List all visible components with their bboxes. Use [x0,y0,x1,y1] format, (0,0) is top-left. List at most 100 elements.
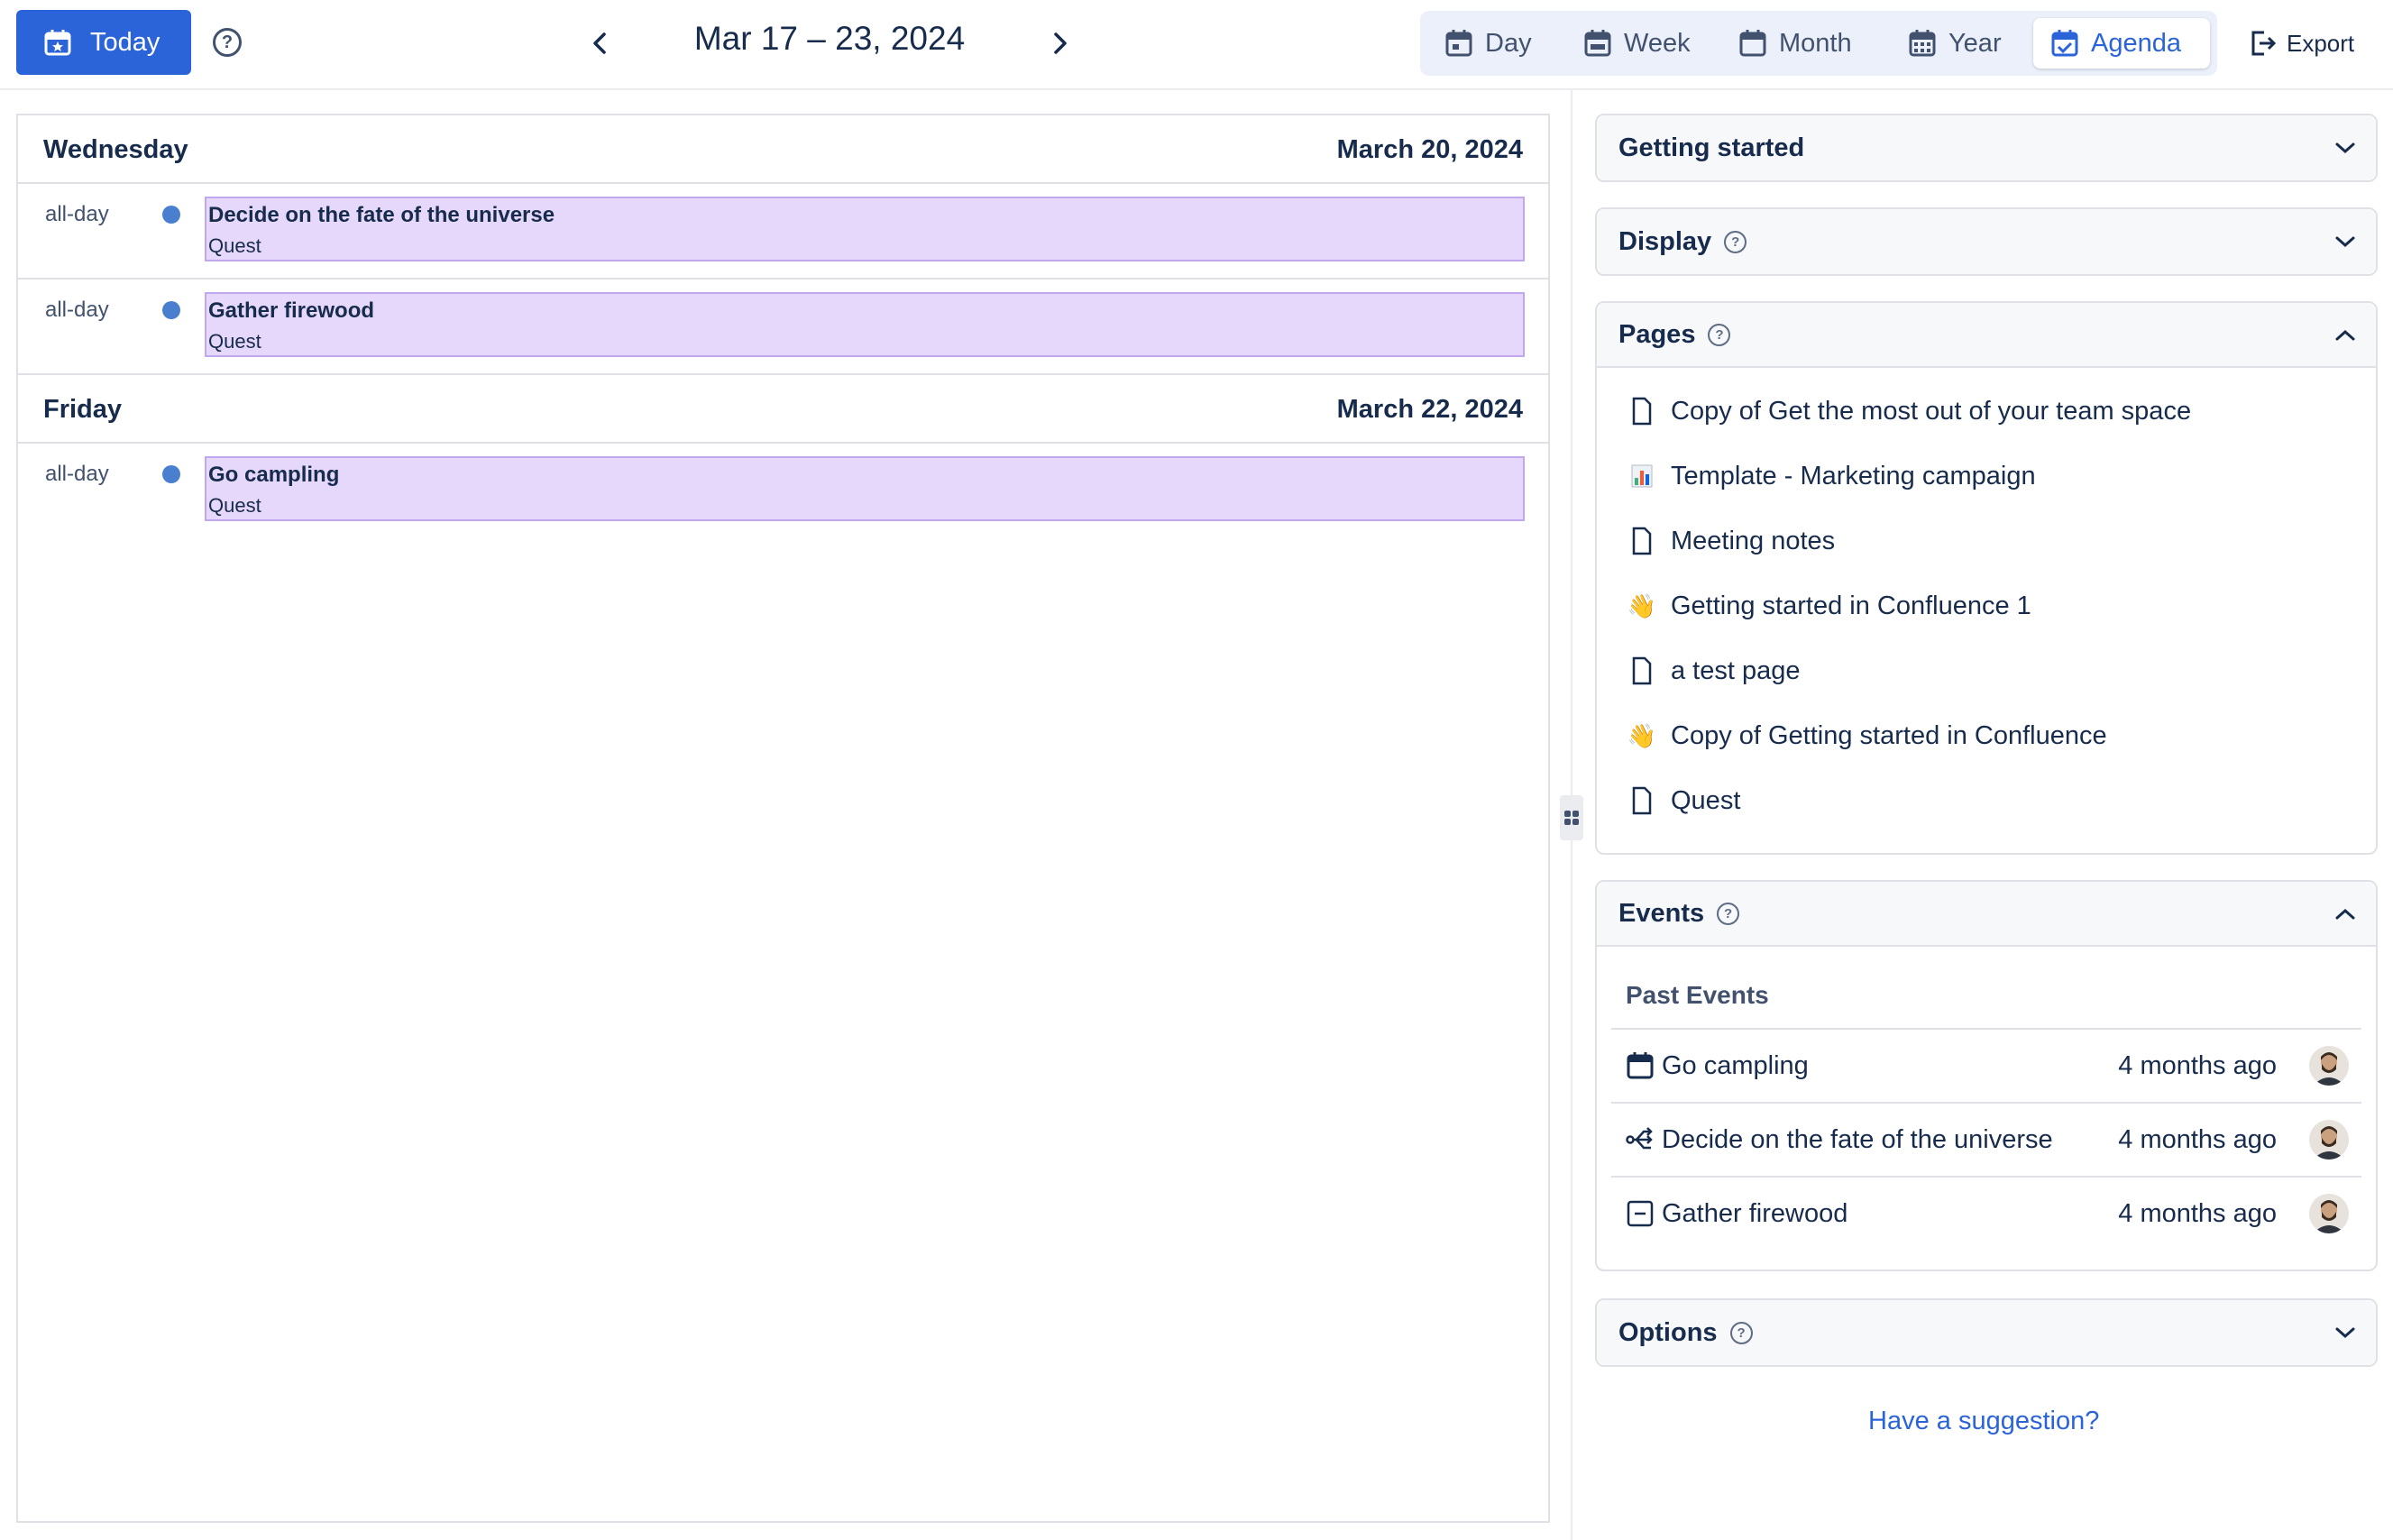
calendar-check-icon [2051,29,2078,58]
past-event-name[interactable]: Go campling [1662,1051,1809,1081]
page-link[interactable]: a test page [1629,653,1801,689]
event-title: Decide on the fate of the universe [208,203,555,227]
page-link[interactable]: Quest [1629,783,1740,819]
help-icon[interactable]: ? [1729,1321,1753,1344]
options-section: Options ? [1595,1298,2378,1367]
page-link[interactable]: 👋 Copy of Getting started in Confluence [1627,718,2107,754]
avatar [2309,1194,2349,1233]
options-header[interactable]: Options ? [1597,1300,2376,1365]
page-link[interactable]: Copy of Get the most out of your team sp… [1629,393,2191,429]
section-title: Events [1618,898,1705,928]
calendar-day-icon [1445,29,1472,58]
getting-started-section: Getting started [1595,114,2378,182]
section-title: Display [1618,226,1712,256]
events-header[interactable]: Events ? [1597,882,2376,947]
help-icon[interactable]: ? [1717,902,1740,925]
waving-hand-icon: 👋 [1627,721,1657,749]
calendar-month-icon [1739,29,1766,58]
page-icon [1629,655,1655,686]
chevron-down-icon [2333,229,2358,254]
past-events-heading: Past Events [1626,981,1769,1009]
view-switcher: Day Week Month Year Agenda [1420,11,2217,76]
event-calendar: Quest [208,494,261,517]
past-event-item: Gather firewood 4 months ago [1611,1176,2361,1250]
calendar-star-icon [43,28,72,57]
agenda-event[interactable]: Go campling Quest [205,456,1525,521]
calendar-icon [1626,1051,1655,1080]
page-label: Template - Marketing campaign [1671,461,2036,490]
display-header[interactable]: Display ? [1597,209,2376,274]
drag-handle-icon [1563,808,1580,828]
view-week-label: Week [1624,28,1691,58]
help-icon[interactable]: ? [1708,323,1731,346]
past-event-name[interactable]: Gather firewood [1662,1199,1847,1229]
past-event-name[interactable]: Decide on the fate of the universe [1662,1125,2053,1155]
page-icon [1629,526,1655,556]
page-icon [1629,785,1655,816]
past-event-time: 4 months ago [2118,1199,2277,1228]
event-time: all-day [45,462,109,486]
pages-header[interactable]: Pages ? [1597,303,2376,368]
chevron-down-icon [2333,1320,2358,1345]
past-event-item: Go campling 4 months ago [1611,1028,2361,1102]
past-event-time: 4 months ago [2118,1051,2277,1080]
view-agenda-button[interactable]: Agenda [2033,18,2210,69]
page-label: Copy of Getting started in Confluence [1671,720,2107,750]
page-label: Quest [1671,785,1741,815]
waving-hand-icon: 👋 [1627,591,1657,619]
suggestion-link[interactable]: Have a suggestion? [1868,1407,2099,1436]
calendar-week-icon [1584,29,1611,58]
chevron-right-icon [1050,32,1069,55]
chevron-up-icon [2333,323,2358,348]
page-link[interactable]: Template - Marketing campaign [1629,458,2036,494]
view-year-button[interactable]: Year [1891,18,2042,69]
resize-handle[interactable] [1560,795,1583,840]
day-header: Friday March 22, 2024 [18,375,1548,444]
chevron-left-icon [591,32,610,55]
event-title: Gather firewood [208,298,375,323]
minus-square-icon [1626,1199,1655,1228]
chevron-up-icon [2333,902,2358,927]
help-icon[interactable]: ? [213,28,242,57]
agenda-event-row: all-day Gather firewood Quest [18,280,1548,375]
view-agenda-label: Agenda [2091,28,2181,58]
today-button[interactable]: Today [16,10,191,75]
display-section: Display ? [1595,207,2378,276]
pages-section: Pages ? Copy of Get the most out of your… [1595,301,2378,855]
page-label: Getting started in Confluence 1 [1671,591,2031,620]
agenda-event-row: all-day Go campling Quest [18,444,1548,539]
event-dot [162,301,180,319]
view-day-label: Day [1485,28,1532,58]
day-header: Wednesday March 20, 2024 [18,115,1548,184]
avatar [2309,1046,2349,1086]
page-label: Meeting notes [1671,526,1836,555]
section-title: Options [1618,1317,1718,1347]
event-time: all-day [45,298,109,322]
getting-started-header[interactable]: Getting started [1597,115,2376,180]
bar-chart-icon [1629,461,1655,491]
section-title: Getting started [1618,133,1805,162]
agenda-event[interactable]: Decide on the fate of the universe Quest [205,197,1525,261]
section-title: Pages [1618,319,1696,349]
agenda-event[interactable]: Gather firewood Quest [205,292,1525,357]
date-range-title: Mar 17 – 23, 2024 [693,20,966,57]
help-icon[interactable]: ? [1724,230,1747,253]
page-link[interactable]: Meeting notes [1629,523,1835,559]
view-day-button[interactable]: Day [1427,18,1563,69]
page-icon [1629,396,1655,426]
previous-week-button[interactable] [582,25,619,61]
page-link[interactable]: 👋 Getting started in Confluence 1 [1627,588,2031,624]
view-year-label: Year [1948,28,2002,58]
view-month-label: Month [1779,28,1852,58]
past-event-item: Decide on the fate of the universe 4 mon… [1611,1102,2361,1176]
today-label: Today [90,27,160,57]
agenda-event-row: all-day Decide on the fate of the univer… [18,184,1548,280]
calendar-toolbar: Today ? Mar 17 – 23, 2024 Day Week Month… [0,0,2393,90]
past-event-time: 4 months ago [2118,1125,2277,1154]
next-week-button[interactable] [1041,25,1077,61]
export-button[interactable]: Export [2249,25,2354,61]
view-week-button[interactable]: Week [1566,18,1718,69]
event-dot [162,465,180,483]
day-name: Wednesday [43,135,188,164]
view-month-button[interactable]: Month [1721,18,1887,69]
